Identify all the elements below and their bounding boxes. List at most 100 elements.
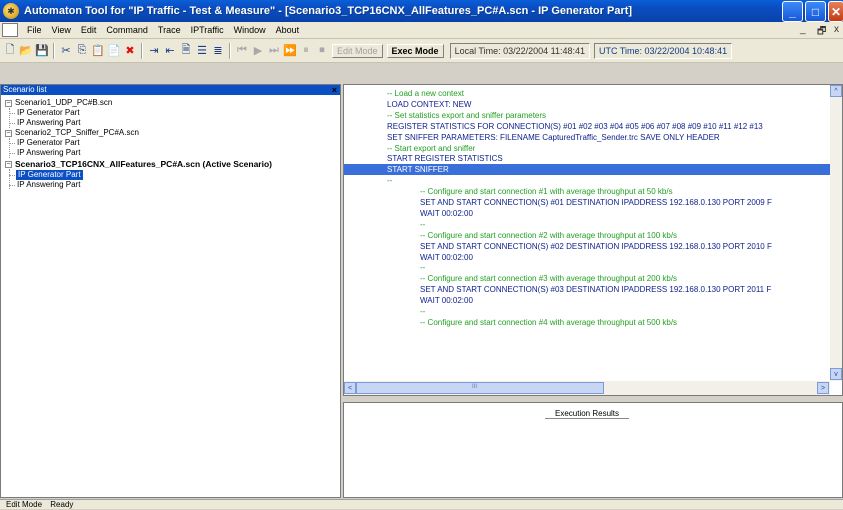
minimize-button[interactable]: _ [782, 1, 803, 22]
close-button[interactable]: ✕ [828, 1, 843, 22]
document-icon[interactable]: 🗎 [179, 42, 193, 60]
menu-trace[interactable]: Trace [153, 25, 186, 35]
vertical-scrollbar[interactable]: ^ v [830, 85, 842, 381]
collapse-toggle-icon[interactable]: − [5, 161, 12, 168]
save-icon[interactable]: 💾 [35, 42, 49, 60]
menu-bar: File View Edit Command Trace IPTraffic W… [0, 22, 843, 39]
exec-mode-button[interactable]: Exec Mode [386, 43, 444, 58]
status-mode: Edit Mode [6, 500, 43, 509]
fast-forward-icon[interactable]: ⏩ [283, 42, 297, 60]
script-comment-line[interactable]: -- Configure and start connection #2 wit… [344, 230, 830, 241]
play-icon[interactable]: ▶ [251, 42, 265, 60]
scroll-right-icon[interactable]: > [817, 382, 829, 394]
script-comment-line[interactable]: -- Configure and start connection #3 wit… [344, 273, 830, 284]
menu-about[interactable]: About [271, 25, 305, 35]
utc-time-display: UTC Time: 03/22/2004 10:48:41 [594, 42, 733, 59]
step-icon[interactable]: ⏭ [267, 42, 281, 60]
mdi-minimize-button[interactable]: _ [800, 24, 806, 35]
script-command-line[interactable]: REGISTER STATISTICS FOR CONNECTION(S) #0… [344, 121, 830, 132]
script-code-area[interactable]: -- Load a new context LOAD CONTEXT: NEW --… [344, 85, 830, 381]
tree-line [9, 113, 15, 114]
tree-line [9, 185, 15, 186]
tree-item-scenario2-generator[interactable]: IP Generator Part [17, 138, 80, 148]
stop-icon[interactable]: ⏹ [315, 42, 329, 60]
cut-icon[interactable]: ✂ [59, 42, 73, 60]
toolbar: 🗋 📂 💾 ✂ ⎘ 📋 📄 ✖ ⇥ ⇤ 🗎 ☰ ≣ ⏮ ▶ ⏭ ⏩ ⏸ ⏹ Ed… [0, 39, 843, 63]
menu-view[interactable]: View [47, 25, 76, 35]
script-command-line[interactable]: SET AND START CONNECTION(S) #01 DESTINAT… [344, 197, 830, 208]
script-command-line[interactable]: START REGISTER STATISTICS [344, 153, 830, 164]
tree-line [9, 123, 15, 124]
pause-icon[interactable]: ⏸ [299, 42, 313, 60]
window-title: Automaton Tool for "IP Traffic - Test & … [24, 5, 633, 17]
tree-line [9, 175, 15, 176]
script-comment-line[interactable]: -- Start export and sniffer [344, 143, 830, 154]
horizontal-scrollbar[interactable]: < III > [344, 381, 830, 395]
title-bar: ✱ Automaton Tool for "IP Traffic - Test … [0, 0, 843, 22]
menu-edit[interactable]: Edit [76, 25, 102, 35]
paste-icon[interactable]: 📋 [91, 42, 105, 60]
tree-item-scenario1-answering[interactable]: IP Answering Part [17, 118, 80, 128]
indent-icon[interactable]: ⇥ [147, 42, 161, 60]
script-comment-line[interactable]: -- Set statistics export and sniffer par… [344, 110, 830, 121]
panel-close-icon[interactable]: × [332, 85, 337, 95]
tree-item-scenario1[interactable]: Scenario1_UDP_PC#B.scn [15, 98, 112, 108]
horizontal-scroll-thumb[interactable]: III [356, 382, 604, 394]
script-command-line[interactable]: WAIT 00:02:00 [344, 208, 830, 219]
scenario-list-title: Scenario list [3, 85, 47, 94]
tree-item-scenario3-generator-selected[interactable]: IP Generator Part [16, 170, 83, 180]
new-file-icon[interactable]: 🗋 [3, 42, 17, 60]
copy-icon[interactable]: ⎘ [75, 42, 89, 60]
delete-icon[interactable]: ✖ [123, 42, 137, 60]
list-numbered-icon[interactable]: ≣ [211, 42, 225, 60]
collapse-toggle-icon[interactable]: − [5, 130, 12, 137]
tree-item-scenario2[interactable]: Scenario2_TCP_Sniffer_PC#A.scn [15, 128, 139, 138]
open-folder-icon[interactable]: 📂 [19, 42, 33, 60]
script-separator-line[interactable]: -- [344, 306, 830, 317]
app-icon[interactable]: ✱ [3, 3, 19, 19]
status-bar: Edit Mode Ready [0, 499, 843, 509]
script-separator-line[interactable]: -- [344, 219, 830, 230]
tree-line [9, 108, 10, 128]
mdi-close-button[interactable]: x [834, 24, 839, 35]
script-command-line[interactable]: WAIT 00:02:00 [344, 252, 830, 263]
scroll-left-icon[interactable]: < [344, 382, 356, 394]
collapse-toggle-icon[interactable]: − [5, 100, 12, 107]
execution-results-title: Execution Results [344, 409, 830, 419]
tree-item-scenario2-answering[interactable]: IP Answering Part [17, 148, 80, 158]
script-command-line[interactable]: SET AND START CONNECTION(S) #02 DESTINAT… [344, 241, 830, 252]
menu-iptraffic[interactable]: IPTraffic [186, 25, 229, 35]
scroll-up-icon[interactable]: ^ [830, 85, 842, 97]
menu-command[interactable]: Command [101, 25, 153, 35]
edit-mode-button[interactable]: Edit Mode [332, 43, 383, 58]
skip-back-icon[interactable]: ⏮ [235, 42, 249, 60]
script-comment-line[interactable]: -- Configure and start connection #1 wit… [344, 186, 830, 197]
script-editor[interactable]: -- Load a new context LOAD CONTEXT: NEW --… [343, 84, 843, 396]
paste-special-icon[interactable]: 📄 [107, 42, 121, 60]
script-comment-line[interactable]: -- Load a new context [344, 88, 830, 99]
script-comment-line[interactable]: -- Configure and start connection #4 wit… [344, 317, 830, 328]
tree-item-scenario1-generator[interactable]: IP Generator Part [17, 108, 80, 118]
scroll-down-icon[interactable]: v [830, 368, 842, 380]
script-separator-line[interactable]: -- [344, 262, 830, 273]
script-command-line[interactable]: SET AND START CONNECTION(S) #03 DESTINAT… [344, 284, 830, 295]
status-state: Ready [50, 500, 74, 509]
execution-results-panel: Execution Results [343, 402, 843, 498]
execution-results-label: Execution Results [544, 409, 630, 419]
maximize-button[interactable]: □ [805, 1, 826, 22]
script-command-line[interactable]: SET SNIFFER PARAMETERS: FILENAME Capture… [344, 132, 830, 143]
scroll-grip: III [472, 384, 478, 390]
script-command-line[interactable]: WAIT 00:02:00 [344, 295, 830, 306]
tree-item-scenario3-active[interactable]: Scenario3_TCP16CNX_AllFeatures_PC#A.scn … [15, 159, 272, 169]
script-command-line[interactable]: LOAD CONTEXT: NEW [344, 99, 830, 110]
menu-file[interactable]: File [22, 25, 47, 35]
tree-item-scenario3-answering[interactable]: IP Answering Part [17, 180, 80, 190]
menu-window[interactable]: Window [229, 25, 271, 35]
tree-line [9, 153, 15, 154]
script-line-selected[interactable]: START SNIFFER [344, 164, 830, 176]
outdent-icon[interactable]: ⇤ [163, 42, 177, 60]
tree-line [9, 169, 10, 189]
script-separator-line[interactable]: -- [344, 175, 830, 186]
list-icon[interactable]: ☰ [195, 42, 209, 60]
document-window-icon[interactable] [2, 23, 18, 37]
